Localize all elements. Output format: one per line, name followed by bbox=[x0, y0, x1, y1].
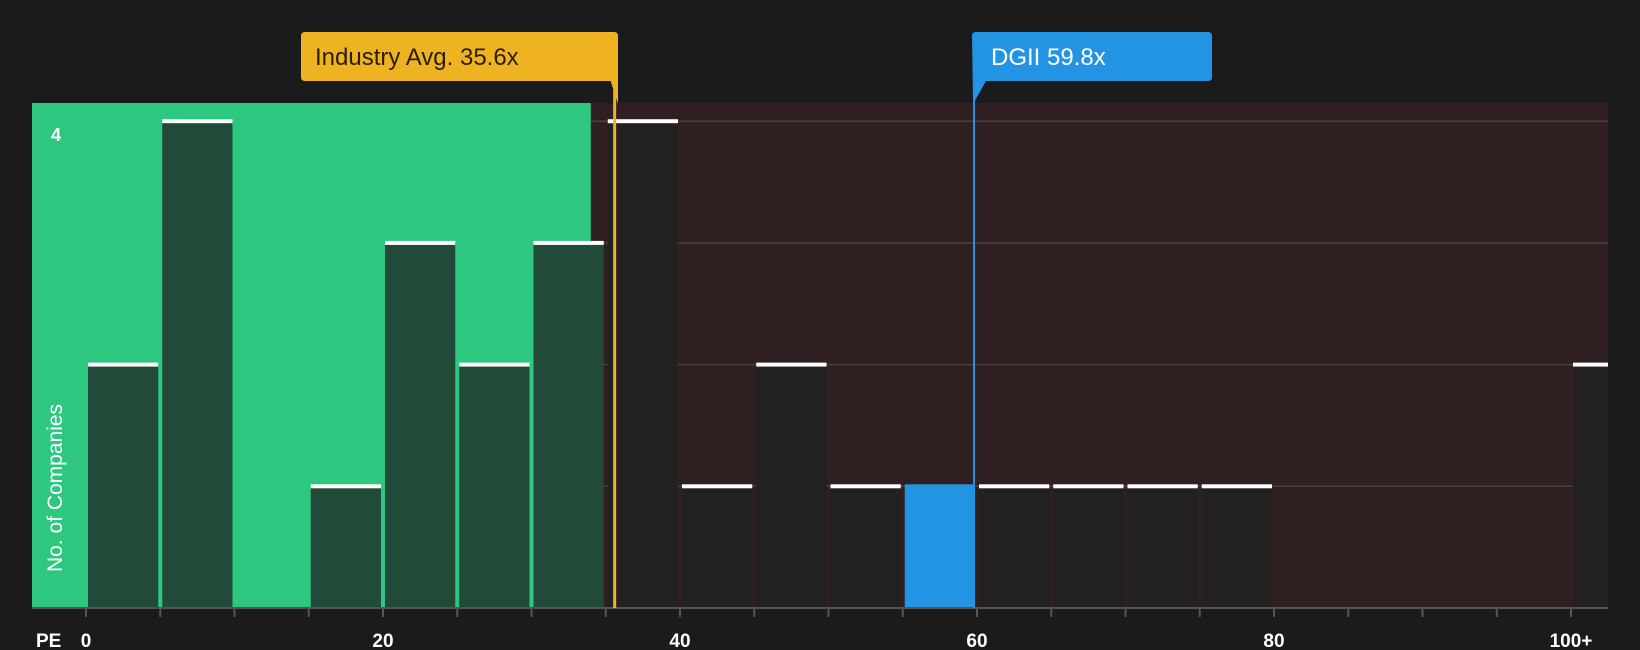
histogram-bar bbox=[1053, 486, 1124, 608]
histogram-bar bbox=[682, 486, 753, 608]
x-axis-title: PE bbox=[36, 631, 61, 650]
bar-cap bbox=[1573, 362, 1608, 367]
bar-cap bbox=[1127, 484, 1198, 489]
histogram-bar bbox=[459, 364, 530, 608]
x-tick-label: 100+ bbox=[1550, 631, 1593, 650]
x-tick-label: 60 bbox=[966, 631, 987, 650]
histogram-bar bbox=[830, 486, 901, 608]
x-tick-label: 40 bbox=[669, 631, 690, 650]
bar-cap bbox=[1053, 484, 1124, 489]
chart-canvas: 0 20 40 60 80 100+ PE 4 No. of Companies Indu… bbox=[0, 0, 1640, 650]
bar-cap bbox=[88, 362, 159, 367]
company-bar bbox=[904, 486, 975, 608]
histogram-bar bbox=[607, 121, 678, 608]
bar-cap bbox=[756, 362, 827, 367]
histogram-bar bbox=[162, 121, 233, 608]
x-tick-label: 0 bbox=[81, 631, 92, 650]
x-tick-label: 80 bbox=[1263, 631, 1284, 650]
company-pe-label: DGII 59.8x bbox=[991, 44, 1106, 71]
industry-average-label: Industry Avg. 35.6x bbox=[315, 44, 519, 71]
bar-cap bbox=[310, 484, 381, 489]
x-axis-ticks bbox=[85, 608, 1572, 617]
histogram-bar bbox=[88, 364, 159, 608]
histogram-bar bbox=[756, 364, 827, 608]
bar-cap bbox=[385, 240, 456, 245]
histogram-bar bbox=[1127, 486, 1198, 608]
pe-distribution-chart: 0 20 40 60 80 100+ PE 4 No. of Companies Indu… bbox=[0, 0, 1640, 650]
bar-cap bbox=[459, 362, 530, 367]
bar-cap bbox=[1201, 484, 1272, 489]
y-axis-tick-labels: 4 bbox=[51, 125, 61, 145]
bar-cap bbox=[904, 484, 975, 489]
histogram-bar bbox=[310, 486, 381, 608]
bar-cap bbox=[533, 240, 604, 245]
histogram-bar bbox=[979, 486, 1050, 608]
histogram-bar bbox=[1573, 364, 1608, 608]
bar-cap bbox=[979, 484, 1050, 489]
histogram-bar bbox=[533, 242, 604, 608]
y-axis-title: No. of Companies bbox=[44, 404, 67, 572]
bar-cap bbox=[162, 119, 233, 124]
bar-cap bbox=[830, 484, 901, 489]
y-tick-label: 4 bbox=[51, 125, 61, 145]
histogram-bar bbox=[1201, 486, 1272, 608]
histogram-bar bbox=[385, 242, 456, 608]
bar-cap bbox=[607, 119, 678, 124]
bar-cap bbox=[682, 484, 753, 489]
x-tick-label: 20 bbox=[372, 631, 393, 650]
